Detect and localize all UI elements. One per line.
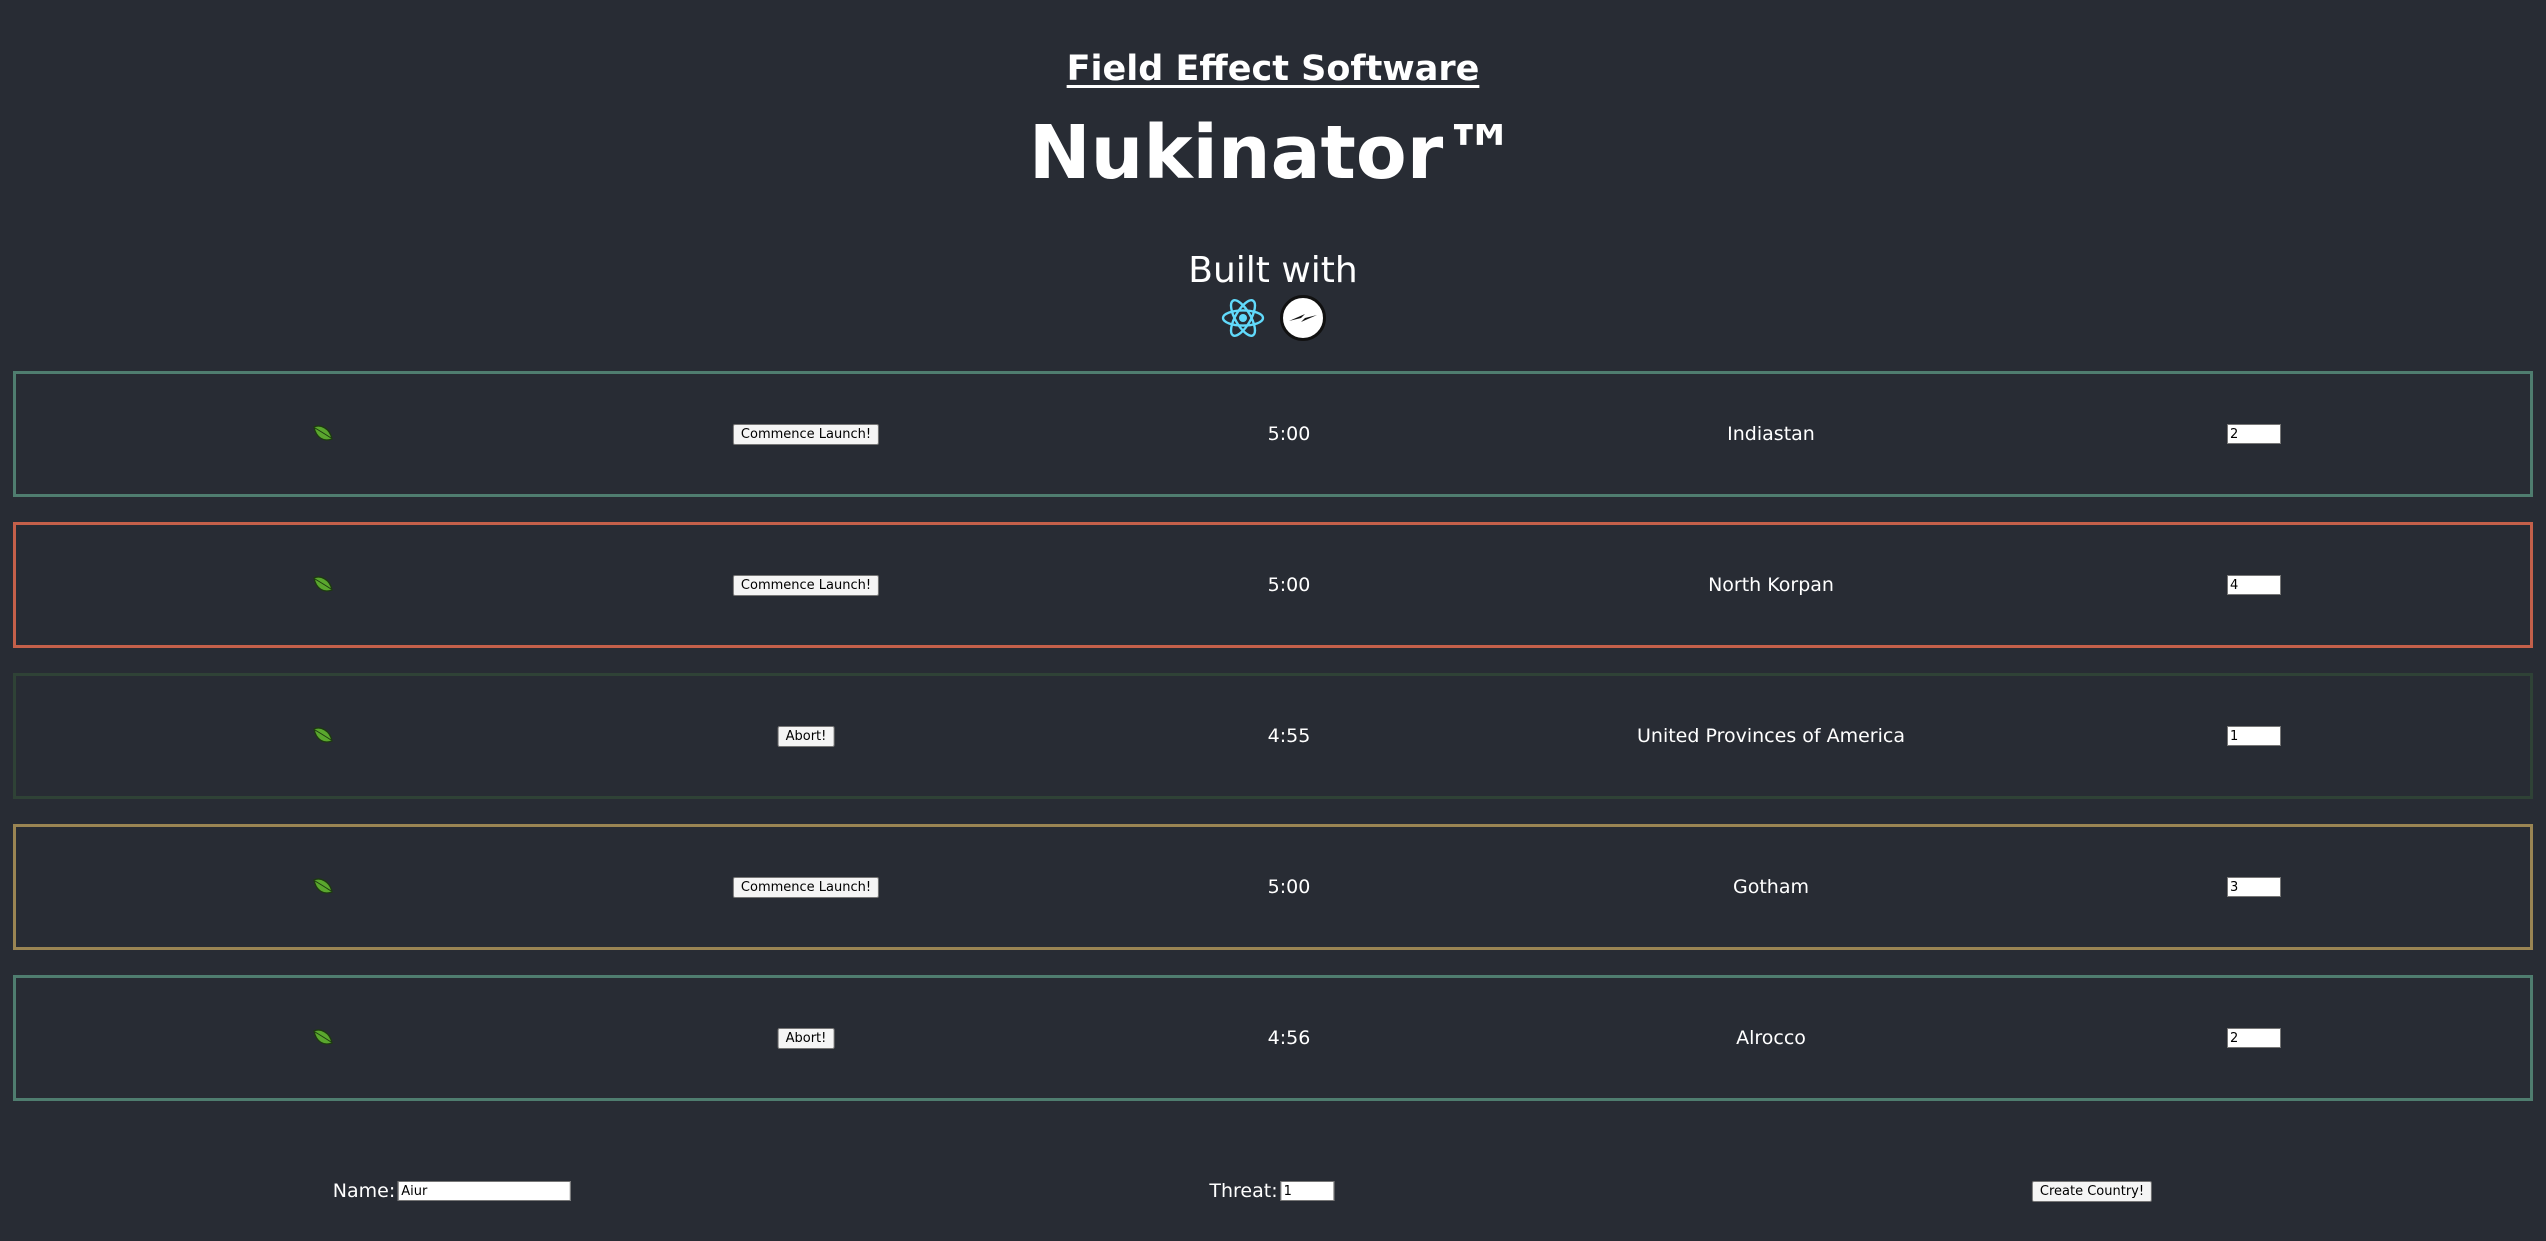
leaf-icon — [313, 425, 333, 441]
react-logo-icon — [1221, 299, 1265, 337]
countdown-timer: 4:55 — [1267, 725, 1311, 747]
leaf-icon — [313, 576, 333, 592]
country-row: Commence Launch! 5:00 Indiastan — [13, 371, 2533, 497]
launch-toggle-button[interactable]: Commence Launch! — [732, 574, 880, 596]
threat-input[interactable] — [1280, 1181, 1335, 1201]
company-name: Field Effect Software — [1066, 49, 1480, 89]
launch-toggle-button[interactable]: Abort! — [777, 1027, 835, 1049]
built-with-label: Built with — [1188, 250, 1358, 291]
name-label: Name: — [332, 1180, 396, 1202]
threat-level-input[interactable] — [2227, 726, 2281, 746]
threat-cell — [2227, 827, 2281, 947]
country-name: Gotham — [1733, 876, 1809, 898]
threat-cell — [2227, 676, 2281, 796]
countdown-timer: 4:56 — [1267, 1027, 1311, 1049]
action-cell: Abort! — [777, 978, 835, 1098]
name-group: Name: — [332, 1176, 572, 1206]
leaf-icon — [313, 1029, 333, 1045]
leaf-icon — [313, 878, 333, 894]
tech-logos — [0, 294, 2546, 342]
threat-level-input[interactable] — [2227, 424, 2281, 444]
country-name: North Korpan — [1708, 574, 1834, 596]
leaf-icon — [313, 727, 333, 743]
product-title: Nukinator™ — [1028, 110, 1518, 196]
launch-toggle-button[interactable]: Commence Launch! — [732, 423, 880, 445]
status-cell — [311, 374, 335, 494]
status-cell — [311, 978, 335, 1098]
country-row: Abort! 4:55 United Provinces of America — [13, 673, 2533, 799]
action-cell: Commence Launch! — [732, 374, 880, 494]
action-cell: Commence Launch! — [732, 827, 880, 947]
country-row: Commence Launch! 5:00 North Korpan — [13, 522, 2533, 648]
create-country-form: Name: Threat: Create Country! — [0, 1176, 2546, 1206]
countdown-timer: 5:00 — [1267, 876, 1311, 898]
status-cell — [311, 525, 335, 645]
threat-group: Threat: — [1209, 1176, 1335, 1206]
threat-level-input[interactable] — [2227, 1028, 2281, 1048]
status-cell — [311, 827, 335, 947]
create-country-button[interactable]: Create Country! — [2031, 1180, 2153, 1202]
create-group: Create Country! — [2031, 1176, 2153, 1206]
country-name: United Provinces of America — [1637, 725, 1905, 747]
threat-level-input[interactable] — [2227, 877, 2281, 897]
status-cell — [311, 676, 335, 796]
threat-level-input[interactable] — [2227, 575, 2281, 595]
launch-toggle-button[interactable]: Abort! — [777, 725, 835, 747]
country-name: Alrocco — [1736, 1027, 1806, 1049]
country-name: Indiastan — [1727, 423, 1815, 445]
countdown-timer: 5:00 — [1267, 574, 1311, 596]
country-row: Commence Launch! 5:00 Gotham — [13, 824, 2533, 950]
country-row: Abort! 4:56 Alrocco — [13, 975, 2533, 1101]
launch-toggle-button[interactable]: Commence Launch! — [732, 876, 880, 898]
action-cell: Abort! — [777, 676, 835, 796]
socket-io-logo-icon — [1280, 295, 1326, 341]
threat-label: Threat: — [1209, 1180, 1278, 1202]
threat-cell — [2227, 525, 2281, 645]
countdown-timer: 5:00 — [1267, 423, 1311, 445]
threat-cell — [2227, 374, 2281, 494]
name-input[interactable] — [398, 1181, 572, 1201]
threat-cell — [2227, 978, 2281, 1098]
action-cell: Commence Launch! — [732, 525, 880, 645]
